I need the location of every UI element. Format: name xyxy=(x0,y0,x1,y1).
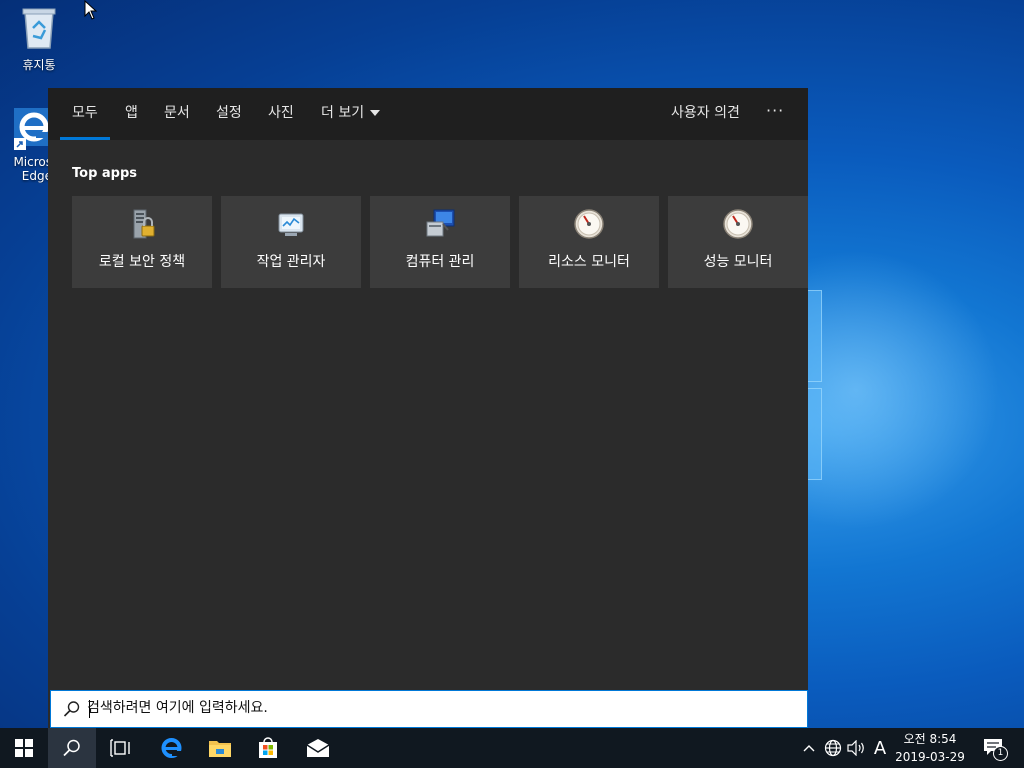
action-center-button[interactable]: 1 xyxy=(978,728,1010,768)
search-input[interactable] xyxy=(87,695,787,721)
app-tile-local-security-policy[interactable]: 로컬 보안 정책 xyxy=(72,196,212,288)
windows-logo-pane xyxy=(806,290,822,382)
app-tile-resource-monitor[interactable]: 리소스 모니터 xyxy=(519,196,659,288)
resource-monitor-icon xyxy=(574,209,604,239)
feedback-button[interactable]: 사용자 의견 xyxy=(671,88,740,140)
mail-taskbar-button[interactable] xyxy=(294,728,342,768)
edge-taskbar-button[interactable] xyxy=(147,728,195,768)
app-tile-task-manager[interactable]: 작업 관리자 xyxy=(221,196,361,288)
recycle-bin-icon xyxy=(3,6,75,53)
show-hidden-icons-button[interactable] xyxy=(800,728,818,768)
volume-button[interactable] xyxy=(846,728,868,768)
tab-apps[interactable]: 앱 xyxy=(125,88,138,140)
app-tile-label: 작업 관리자 xyxy=(256,254,326,270)
input-indicator[interactable]: A xyxy=(870,728,890,768)
task-manager-icon xyxy=(278,213,304,236)
computer-management-icon xyxy=(426,209,455,237)
search-icon xyxy=(63,739,80,757)
search-icon xyxy=(63,701,80,717)
file-explorer-icon xyxy=(209,741,231,757)
desktop-icon-recycle-bin[interactable]: 휴지통 xyxy=(3,6,75,73)
clock[interactable]: 오전 8:54 2019-03-29 xyxy=(888,730,972,766)
performance-monitor-icon xyxy=(723,209,753,239)
ellipsis-icon[interactable]: ··· xyxy=(766,88,784,140)
app-tile-label: 리소스 모니터 xyxy=(548,254,630,270)
desktop-icon-edge[interactable]: Micros Edge xyxy=(0,108,52,183)
speaker-icon xyxy=(847,740,864,756)
tab-all[interactable]: 모두 xyxy=(60,88,110,140)
file-explorer-taskbar-button[interactable] xyxy=(196,728,244,768)
tab-documents[interactable]: 문서 xyxy=(164,88,190,140)
tab-more-label: 더 보기 xyxy=(321,105,365,121)
network-button[interactable] xyxy=(822,728,844,768)
store-taskbar-button[interactable] xyxy=(244,728,292,768)
section-title: Top apps xyxy=(72,166,138,181)
store-icon xyxy=(259,737,277,758)
desktop-icon-label: Micros Edge xyxy=(13,155,52,183)
search-box[interactable] xyxy=(50,690,808,728)
desktop-icon-label: 휴지통 xyxy=(22,58,56,72)
notification-count-badge: 1 xyxy=(993,746,1008,761)
edge-icon xyxy=(161,738,182,758)
globe-icon xyxy=(824,739,842,757)
search-panel: 모두 앱 문서 설정 사진 더 보기 사용자 의견 ··· Top apps 로… xyxy=(48,88,808,728)
search-tab-bar: 모두 앱 문서 설정 사진 더 보기 사용자 의견 ··· xyxy=(48,88,808,140)
app-tile-computer-management[interactable]: 컴퓨터 관리 xyxy=(370,196,510,288)
search-taskbar-button[interactable] xyxy=(48,728,96,768)
notification-icon: 1 xyxy=(983,738,1008,761)
tab-more[interactable]: 더 보기 xyxy=(321,88,381,140)
chevron-down-icon xyxy=(370,110,381,116)
app-tile-label: 성능 모니터 xyxy=(703,254,773,270)
tab-settings[interactable]: 설정 xyxy=(216,88,242,140)
edge-icon xyxy=(14,108,52,152)
taskbar: A 오전 8:54 2019-03-29 1 xyxy=(0,728,1024,768)
task-view-button[interactable] xyxy=(96,728,144,768)
mouse-cursor xyxy=(84,0,98,20)
security-policy-icon xyxy=(133,209,155,239)
app-tile-label: 로컬 보안 정책 xyxy=(98,254,186,270)
start-button[interactable] xyxy=(0,728,48,768)
clock-date: 2019-03-29 xyxy=(895,750,965,764)
clock-time: 오전 8:54 xyxy=(903,732,957,746)
tab-photos[interactable]: 사진 xyxy=(268,88,294,140)
start-icon xyxy=(15,739,33,757)
mail-icon xyxy=(306,739,330,757)
chevron-up-icon xyxy=(803,745,815,752)
windows-logo-pane xyxy=(806,388,822,480)
app-tile-performance-monitor[interactable]: 성능 모니터 xyxy=(668,196,808,288)
app-tile-label: 컴퓨터 관리 xyxy=(405,254,475,270)
task-view-icon xyxy=(110,739,130,757)
